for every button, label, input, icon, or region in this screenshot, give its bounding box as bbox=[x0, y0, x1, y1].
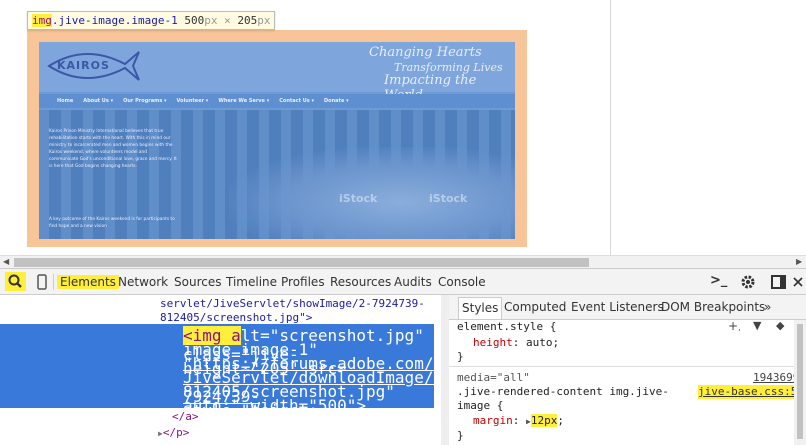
tab-dom-breakpoints[interactable]: DOM Breakpoints bbox=[661, 300, 765, 314]
tooltip-height: 205 bbox=[237, 14, 258, 27]
tab-network[interactable]: Network bbox=[118, 275, 168, 289]
console-drawer-icon[interactable]: >_ bbox=[710, 273, 727, 288]
tooltip-times: × bbox=[224, 14, 231, 27]
tab-profiles[interactable]: Profiles bbox=[281, 275, 325, 289]
rule2-semicolon: ; bbox=[557, 414, 564, 427]
styles-scrollbar[interactable] bbox=[794, 320, 806, 445]
page-right-column bbox=[610, 0, 806, 255]
watermark-2: iStock bbox=[429, 192, 468, 205]
toolbar-divider bbox=[53, 274, 54, 290]
site-nav: Home About Us ▾ Our Programs ▾ Volunteer… bbox=[39, 94, 515, 108]
rule-separator bbox=[449, 366, 801, 367]
dom-line-1[interactable]: servlet/JiveServlet/showImage/2-7924739- bbox=[160, 297, 441, 311]
rule2-declaration[interactable]: margin: ▶12px; bbox=[473, 414, 564, 429]
device-mode-icon[interactable] bbox=[36, 274, 48, 290]
hero-text: Kairos Prison Ministry International bel… bbox=[49, 129, 177, 169]
dom-close-p-label: </p> bbox=[162, 426, 190, 439]
pin-icon[interactable]: ▼ bbox=[753, 319, 761, 332]
nav-contact: Contact Us ▾ bbox=[279, 98, 315, 104]
rule1-close: } bbox=[457, 350, 464, 363]
horizontal-scrollbar[interactable]: ◀ ▶ bbox=[0, 255, 806, 269]
tooltip-unit-h: px bbox=[257, 14, 271, 27]
element-state-icon[interactable]: ◆ bbox=[776, 319, 784, 332]
scroll-right-icon[interactable]: ▶ bbox=[796, 257, 802, 266]
tab-styles[interactable]: Styles bbox=[458, 297, 503, 319]
rule2-source-link[interactable]: jive-base.css:5 bbox=[698, 385, 798, 399]
nav-donate: Donate ▾ bbox=[324, 98, 349, 104]
tooltip-selector: .jive-image.image-1 bbox=[51, 14, 178, 27]
selected-dom-node[interactable]: <img alt="screenshot.jpg" class="jive- i… bbox=[0, 324, 511, 420]
magnifier-icon bbox=[8, 274, 22, 288]
styles-scrollbar-thumb[interactable] bbox=[797, 324, 803, 439]
dom-close-a[interactable]: </a> bbox=[172, 410, 199, 423]
page-viewport: KAIROS Changing Hearts Transforming Live… bbox=[0, 0, 806, 255]
add-rule-icon[interactable]: +, bbox=[728, 319, 741, 333]
rule2-selector-1[interactable]: .jive-rendered-content img.jive- bbox=[457, 385, 669, 399]
nav-volunteer: Volunteer ▾ bbox=[176, 98, 209, 104]
tooltip-width: 500 bbox=[184, 14, 205, 27]
scrollbar-thumb[interactable] bbox=[14, 258, 589, 267]
devtools-toolbar: Elements Network Sources Timeline Profil… bbox=[0, 268, 806, 295]
rule1-val: auto; bbox=[526, 336, 560, 349]
dom-close-p[interactable]: ▶</p> bbox=[158, 426, 189, 439]
inspected-image[interactable]: KAIROS Changing Hearts Transforming Live… bbox=[39, 42, 515, 239]
tagline-1: Changing Hearts bbox=[369, 45, 482, 60]
nav-home: Home bbox=[57, 98, 74, 104]
close-icon[interactable] bbox=[793, 277, 803, 287]
tab-event-listeners[interactable]: Event Listeners bbox=[571, 300, 664, 314]
inspect-tooltip: img.jive-image.image-1 500px × 205px bbox=[27, 11, 276, 30]
rule2-line-link[interactable]: 1943699 bbox=[753, 371, 799, 385]
tab-computed[interactable]: Computed bbox=[504, 300, 566, 314]
tab-elements[interactable]: Elements bbox=[57, 275, 119, 289]
rule1-prop: height bbox=[473, 336, 513, 349]
rule1-declaration[interactable]: height: auto; bbox=[473, 336, 559, 350]
more-tabs-icon[interactable]: » bbox=[764, 300, 771, 314]
nav-about: About Us ▾ bbox=[83, 98, 114, 104]
nav-where: Where We Serve ▾ bbox=[218, 98, 270, 104]
hero-text-2: A key outcome of the Kairos weekend is f… bbox=[49, 217, 175, 229]
tab-resources[interactable]: Resources bbox=[330, 275, 391, 289]
tooltip-tag: img bbox=[32, 14, 52, 27]
rule1-selector[interactable]: element.style { bbox=[457, 320, 556, 334]
tab-timeline[interactable]: Timeline bbox=[226, 275, 277, 289]
brand-name: KAIROS bbox=[57, 59, 110, 72]
panel-splitter[interactable] bbox=[441, 295, 449, 445]
nav-programs: Our Programs ▾ bbox=[123, 98, 167, 104]
rule2-selector-2: image { bbox=[457, 399, 504, 412]
rule2-val: 12px bbox=[530, 414, 558, 427]
tooltip-unit-w: px bbox=[204, 14, 218, 27]
selected-line-6: auto;" width="500"> bbox=[183, 396, 367, 415]
scroll-left-icon[interactable]: ◀ bbox=[3, 257, 9, 266]
styles-tabs: Styles Computed Event Listeners DOM Brea… bbox=[449, 295, 806, 320]
gear-icon[interactable] bbox=[740, 274, 756, 290]
rule2-media: media="all" bbox=[457, 371, 530, 384]
styles-sidebar: Styles Computed Event Listeners DOM Brea… bbox=[449, 295, 806, 445]
watermark-1: iStock bbox=[339, 192, 378, 205]
rule2-prop: margin bbox=[473, 414, 513, 427]
rule2-close: } bbox=[457, 429, 464, 442]
tab-console[interactable]: Console bbox=[438, 275, 486, 289]
tab-sources[interactable]: Sources bbox=[174, 275, 221, 289]
tab-audits[interactable]: Audits bbox=[394, 275, 432, 289]
inspect-element-button[interactable] bbox=[5, 272, 26, 291]
dock-side-icon[interactable] bbox=[771, 275, 787, 289]
dom-line-2[interactable]: 812405/screenshot.jpg"> bbox=[160, 311, 441, 325]
